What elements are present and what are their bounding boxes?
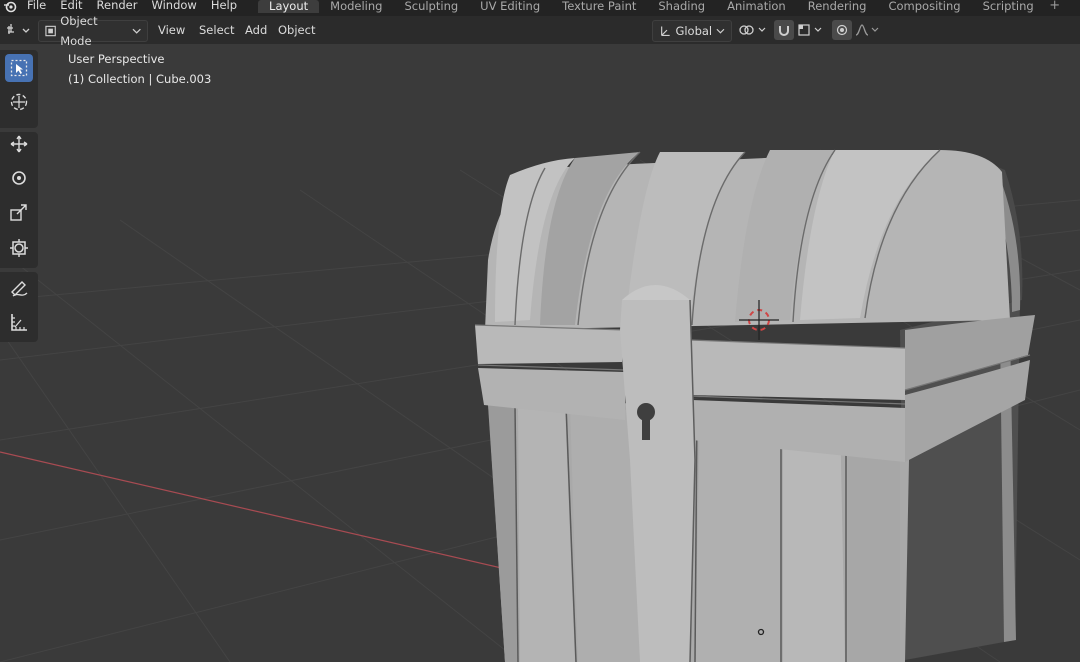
menu-object[interactable]: Object <box>272 20 321 40</box>
x-axis-line <box>0 451 511 571</box>
tool-move[interactable] <box>5 130 33 158</box>
tool-transform[interactable] <box>5 234 33 262</box>
orientation-label: Global <box>675 24 713 38</box>
pivot-link-icon <box>739 25 766 35</box>
chevron-down-icon <box>716 28 725 34</box>
tool-measure[interactable] <box>5 308 33 336</box>
tab-layout[interactable]: Layout <box>258 0 320 13</box>
tab-shading[interactable]: Shading <box>647 0 716 13</box>
tool-annotate[interactable] <box>5 274 33 302</box>
mode-dropdown[interactable]: Object Mode <box>38 14 148 48</box>
blender-logo-icon[interactable] <box>0 0 20 14</box>
editor-type-icon <box>7 24 30 34</box>
cursor-icon <box>10 93 28 111</box>
snap-target-dropdown[interactable] <box>797 20 827 40</box>
tab-compositing[interactable]: Compositing <box>877 0 971 13</box>
tool-cursor[interactable] <box>5 88 33 116</box>
treasure-chest-mesh <box>474 149 1035 662</box>
tab-modeling[interactable]: Modeling <box>319 0 393 13</box>
tab-rendering[interactable]: Rendering <box>797 0 878 13</box>
tab-animation[interactable]: Animation <box>716 0 797 13</box>
tab-texture-paint[interactable]: Texture Paint <box>551 0 647 13</box>
menu-help[interactable]: Help <box>204 0 244 11</box>
transform-icon <box>10 239 28 257</box>
menu-view[interactable]: View <box>152 20 191 40</box>
menu-select[interactable]: Select <box>193 20 240 40</box>
menu-edit[interactable]: Edit <box>53 0 89 11</box>
move-icon <box>10 135 28 153</box>
transform-orientation-dropdown[interactable]: Global <box>652 20 732 42</box>
orientation-icon <box>661 26 670 37</box>
tool-select-box[interactable] <box>5 54 33 82</box>
chevron-down-icon <box>132 28 141 34</box>
tab-sculpting[interactable]: Sculpting <box>393 0 469 13</box>
tab-scripting[interactable]: Scripting <box>972 0 1045 13</box>
proportional-editing-icon <box>836 24 848 36</box>
3d-viewport[interactable]: User Perspective (1) Collection | Cube.0… <box>0 44 1080 662</box>
measure-icon <box>11 314 27 331</box>
snap-increment-icon <box>798 24 822 36</box>
magnet-icon <box>779 26 789 36</box>
collection-label: (1) Collection | Cube.003 <box>68 72 212 86</box>
editor-type-dropdown[interactable] <box>6 20 32 40</box>
menu-file[interactable]: File <box>20 0 53 11</box>
top-bar: File Edit Render Window Help Layout Mode… <box>0 0 1080 16</box>
pivot-point-dropdown[interactable] <box>738 20 768 40</box>
tool-scale[interactable] <box>5 199 33 227</box>
menu-render[interactable]: Render <box>90 0 145 11</box>
viewport-header: Object Mode View Select Add Object Globa… <box>0 14 1080 48</box>
proportional-editing-toggle[interactable] <box>832 20 852 40</box>
tab-uv-editing[interactable]: UV Editing <box>469 0 551 13</box>
annotate-icon <box>11 281 28 297</box>
rotate-icon <box>12 171 26 185</box>
snap-toggle[interactable] <box>774 20 794 40</box>
menu-window[interactable]: Window <box>144 0 203 11</box>
viewport-scene <box>0 149 1080 662</box>
scale-icon <box>10 204 27 221</box>
select-box-icon <box>10 59 28 77</box>
tool-rotate[interactable] <box>5 164 33 192</box>
falloff-curve-icon <box>855 24 879 36</box>
object-mode-icon <box>45 25 56 37</box>
view-name-label: User Perspective <box>68 52 165 66</box>
add-workspace-button[interactable]: + <box>1045 0 1065 12</box>
menu-add[interactable]: Add <box>239 20 273 40</box>
proportional-falloff-dropdown[interactable] <box>855 20 883 40</box>
